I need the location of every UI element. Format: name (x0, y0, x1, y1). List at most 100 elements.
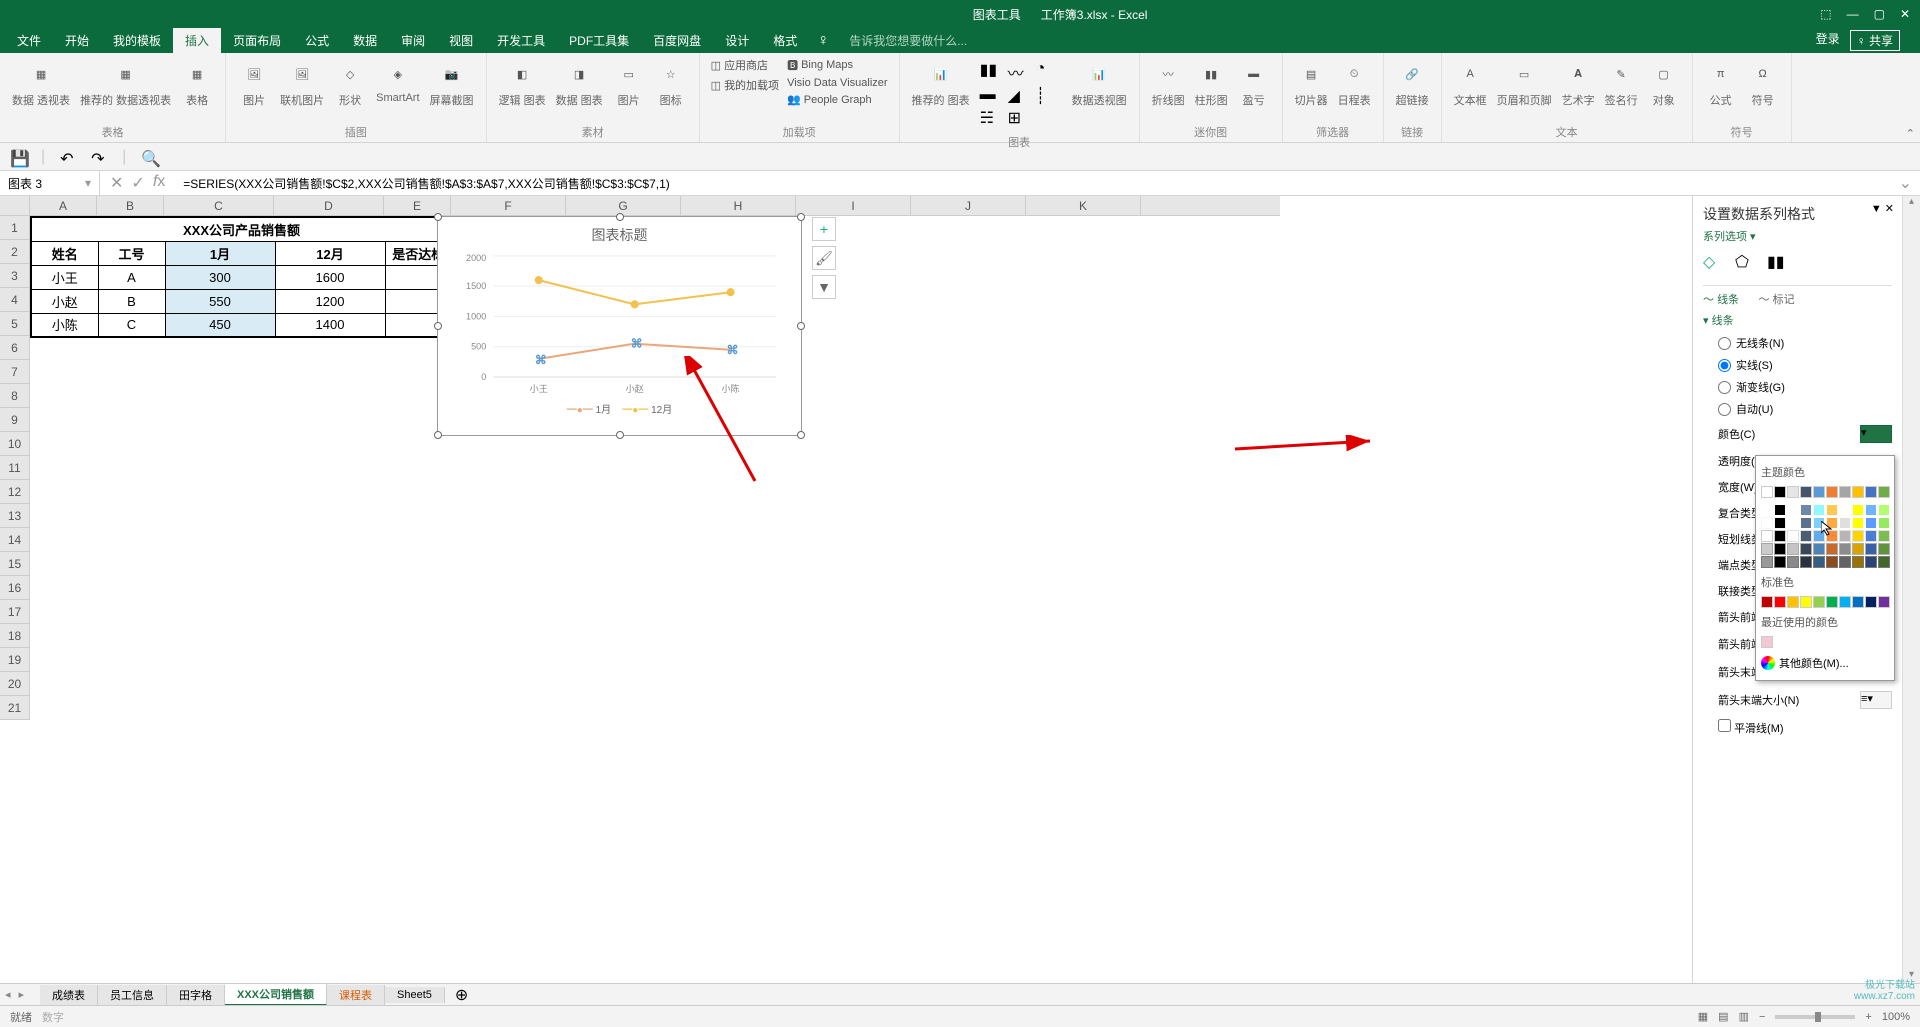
sheet-nav-next-icon[interactable]: ▸ (19, 988, 25, 1001)
color-swatch[interactable] (1761, 517, 1773, 529)
color-swatch[interactable] (1839, 504, 1851, 516)
color-swatch[interactable] (1813, 530, 1825, 542)
col-header[interactable]: E (384, 196, 451, 215)
chart-bar-icon[interactable]: ▬ (980, 86, 1006, 106)
redo-icon[interactable]: ↷ (91, 149, 107, 165)
color-swatch[interactable] (1865, 486, 1877, 498)
color-swatch[interactable] (1774, 504, 1786, 516)
app-store-button[interactable]: ◫ 应用商店 (708, 56, 782, 74)
color-swatch[interactable] (1865, 517, 1877, 529)
auto-line-radio[interactable]: 自动(U) (1718, 398, 1892, 420)
color-swatch[interactable] (1878, 486, 1890, 498)
row-header[interactable]: 19 (0, 648, 30, 672)
color-swatch[interactable] (1800, 596, 1812, 608)
col-header[interactable]: I (796, 196, 911, 215)
row-header[interactable]: 5 (0, 312, 30, 336)
slicer-button[interactable]: ▤切片器 (1291, 56, 1332, 122)
color-swatch[interactable] (1878, 556, 1890, 568)
menu-insert[interactable]: 插入 (173, 28, 221, 53)
people-graph-button[interactable]: 👥 People Graph (784, 92, 890, 107)
formula-input[interactable]: =SERIES(XXX公司销售额!$C$2,XXX公司销售额!$A$3:$A$7… (175, 175, 1890, 192)
row-header[interactable]: 1 (0, 216, 30, 240)
chart-legend[interactable]: ━●━ 1月 ━●━ 12月 (438, 399, 801, 418)
row-header[interactable]: 8 (0, 384, 30, 408)
col-header[interactable]: A (30, 196, 97, 215)
share-button[interactable]: ♀ 共享 (1850, 30, 1900, 51)
color-swatch[interactable] (1865, 556, 1877, 568)
color-swatch[interactable] (1839, 486, 1851, 498)
color-swatch[interactable] (1800, 543, 1812, 555)
sheet-tab[interactable]: Sheet5 (385, 987, 445, 1003)
col-header[interactable]: D (274, 196, 384, 215)
color-swatch[interactable] (1826, 543, 1838, 555)
bing-maps-button[interactable]: 🅱 Bing Maps (784, 56, 890, 74)
chart-title[interactable]: 图表标题 (438, 217, 801, 249)
color-swatch[interactable] (1865, 596, 1877, 608)
name-box[interactable]: 图表 3 ▾ (0, 171, 100, 195)
color-swatch[interactable] (1787, 556, 1799, 568)
row-header[interactable]: 18 (0, 624, 30, 648)
pictures-button[interactable]: 🖼图片 (234, 56, 274, 122)
smooth-line-checkbox[interactable]: 平滑线(M) (1703, 714, 1892, 741)
color-swatch[interactable] (1761, 543, 1773, 555)
table-button[interactable]: ▦表格 (177, 56, 217, 122)
sparkline-winloss-button[interactable]: ▬盈亏 (1234, 56, 1274, 122)
line-tab[interactable]: ～ 线条 (1703, 294, 1754, 306)
hyperlink-button[interactable]: 🔗超链接 (1392, 56, 1433, 122)
series-options-tab-icon[interactable]: ▮▮ (1767, 252, 1787, 272)
sheet-tab[interactable]: 田字格 (167, 985, 225, 1005)
row-header[interactable]: 7 (0, 360, 30, 384)
zoom-level[interactable]: 100% (1882, 1011, 1910, 1023)
gradient-line-radio[interactable]: 渐变线(G) (1718, 376, 1892, 398)
marker-tab[interactable]: ～ 标记 (1759, 294, 1795, 306)
row-header[interactable]: 16 (0, 576, 30, 600)
col-header[interactable]: C (164, 196, 274, 215)
chart-filter-button[interactable]: ▼ (812, 275, 836, 299)
chart-pie-icon[interactable]: ◔ (1036, 60, 1062, 84)
maximize-icon[interactable]: ▢ (1874, 7, 1885, 21)
signature-button[interactable]: ✎签名行 (1601, 56, 1642, 122)
zoom-in-icon[interactable]: + (1865, 1011, 1871, 1023)
recommended-chart-button[interactable]: 📊推荐的 图表 (908, 56, 974, 132)
color-swatch[interactable] (1865, 530, 1877, 542)
color-swatch[interactable] (1787, 530, 1799, 542)
row-header[interactable]: 3 (0, 264, 30, 288)
icon-button[interactable]: ☆图标 (651, 56, 691, 122)
sheet-tab[interactable]: 员工信息 (98, 985, 167, 1005)
menu-file[interactable]: 文件 (5, 28, 53, 53)
sparkline-column-button[interactable]: ▮▮柱形图 (1191, 56, 1232, 122)
color-swatch[interactable] (1852, 543, 1864, 555)
col-header[interactable]: B (97, 196, 164, 215)
tell-me-input[interactable]: 告诉我您想要做什么... (849, 32, 967, 49)
color-swatch[interactable] (1839, 543, 1851, 555)
solid-line-radio[interactable]: 实线(S) (1718, 354, 1892, 376)
row-header[interactable]: 14 (0, 528, 30, 552)
online-pictures-button[interactable]: 🖼联机图片 (276, 56, 328, 122)
color-swatch[interactable] (1878, 596, 1890, 608)
equation-button[interactable]: π公式 (1701, 56, 1741, 122)
color-swatch[interactable] (1813, 556, 1825, 568)
chart-elements-button[interactable]: + (812, 217, 836, 241)
color-swatch[interactable] (1774, 556, 1786, 568)
select-all-corner[interactable] (0, 196, 30, 215)
menu-view[interactable]: 视图 (437, 28, 485, 53)
chart-scatter-icon[interactable]: ┊ (1036, 86, 1062, 106)
panel-close-icon[interactable]: ▼ ✕ (1871, 202, 1894, 215)
color-swatch[interactable] (1852, 517, 1864, 529)
panel-series-options[interactable]: 系列选项 ▾ (1703, 228, 1892, 244)
color-swatch[interactable] (1878, 530, 1890, 542)
symbol-button[interactable]: Ω符号 (1743, 56, 1783, 122)
color-swatch[interactable] (1800, 556, 1812, 568)
more-colors-button[interactable]: 其他颜色(M)... (1761, 651, 1889, 675)
sheet-tab[interactable]: 成绩表 (40, 985, 98, 1005)
row-header[interactable]: 21 (0, 696, 30, 720)
minimize-icon[interactable]: — (1847, 7, 1859, 21)
color-swatch[interactable] (1826, 504, 1838, 516)
color-swatch[interactable] (1839, 596, 1851, 608)
menu-home[interactable]: 开始 (53, 28, 101, 53)
arrow-end-size-button[interactable]: ≡▾ (1860, 691, 1892, 709)
menu-pagelayout[interactable]: 页面布局 (221, 28, 293, 53)
recent-color-swatch[interactable] (1761, 636, 1773, 648)
chart-combo-icon[interactable]: ⊞ (1008, 108, 1034, 128)
fill-line-tab-icon[interactable]: ◇ (1703, 252, 1723, 272)
